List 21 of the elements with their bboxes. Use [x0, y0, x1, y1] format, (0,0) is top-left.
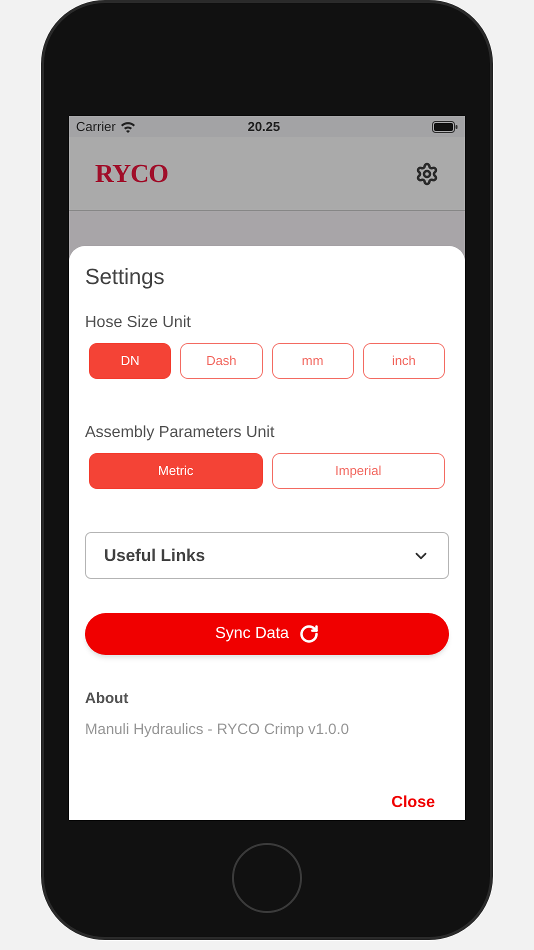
- useful-links-dropdown[interactable]: Useful Links: [85, 532, 449, 579]
- carrier-text: Carrier: [76, 118, 116, 136]
- option-button[interactable]: inch: [362, 343, 445, 379]
- option-button[interactable]: mm: [272, 343, 354, 379]
- ryco-logo: RYCO: [95, 158, 168, 190]
- settings-title: Settings: [85, 263, 166, 291]
- assembly-unit-label: Assembly Parameters Unit: [85, 423, 276, 443]
- wifi-icon: [120, 120, 136, 132]
- option-button[interactable]: Dash: [180, 343, 262, 379]
- close-button[interactable]: Close: [391, 791, 435, 815]
- time-text: 20.25: [246, 118, 282, 136]
- option-button[interactable]: Imperial: [272, 453, 445, 489]
- refresh-icon: [298, 624, 319, 644]
- battery-icon: [432, 120, 458, 132]
- about-label: About: [85, 689, 130, 709]
- hose-size-label: Hose Size Unit: [85, 313, 192, 333]
- option-button[interactable]: Metric: [89, 453, 262, 489]
- sync-data-button[interactable]: Sync Data: [85, 613, 449, 655]
- settings-icon[interactable]: [415, 162, 439, 186]
- version-text: Manuli Hydraulics - RYCO Crimp v1.0.0: [85, 720, 350, 740]
- option-button[interactable]: DN: [89, 343, 172, 379]
